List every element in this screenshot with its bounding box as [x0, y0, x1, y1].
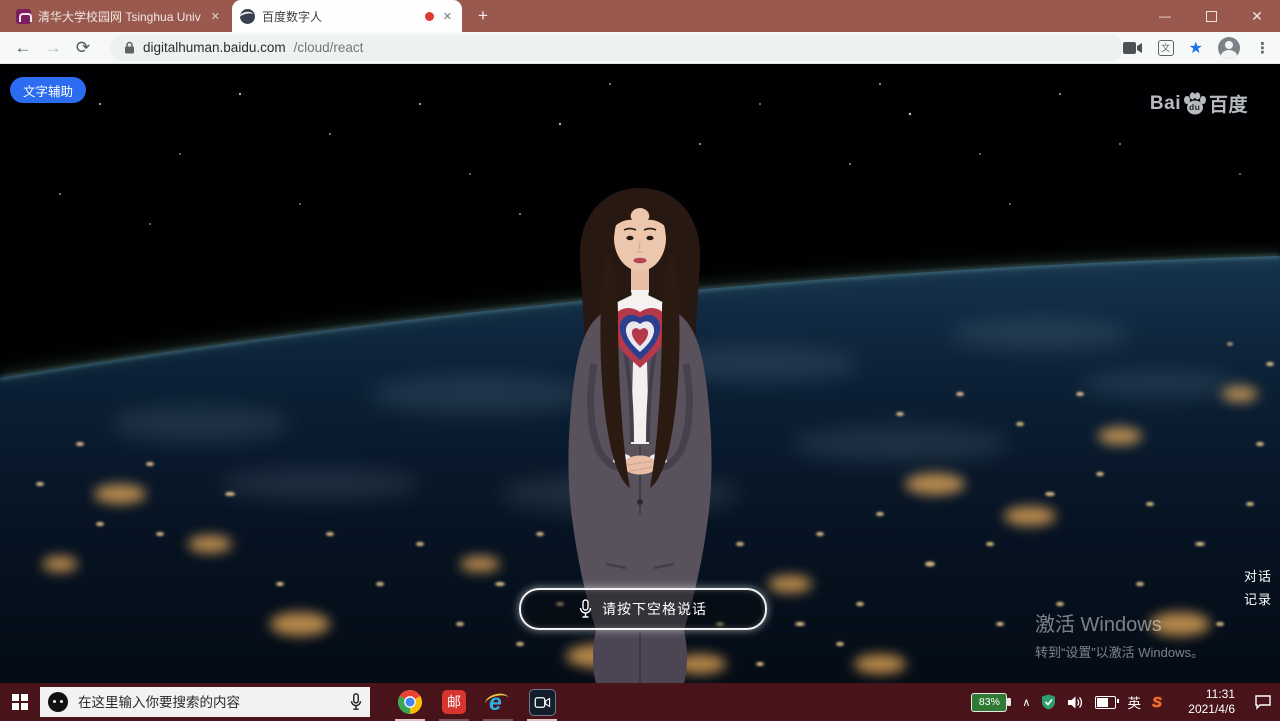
reload-icon[interactable]: ⟳: [68, 38, 98, 58]
search-input[interactable]: [76, 694, 342, 711]
ie-icon: e: [485, 689, 511, 715]
digital-human-viewport: 文字辅助 Bai du 百度 请按下空格说话 对话 记录 激活 Windows …: [0, 64, 1280, 683]
volume-icon[interactable]: [1067, 695, 1084, 710]
maximize-icon: [1206, 11, 1217, 22]
url-path: /cloud/react: [294, 40, 364, 55]
globe-favicon: [240, 9, 255, 24]
baidu-logo: Bai du 百度: [1150, 90, 1248, 117]
translate-icon[interactable]: 文: [1158, 40, 1174, 56]
bookmark-star-icon[interactable]: ★: [1189, 38, 1203, 58]
watermark-line1: 激活 Windows: [1035, 608, 1204, 637]
dialog-label: 对话: [1244, 565, 1272, 588]
back-icon[interactable]: ←: [8, 38, 38, 58]
taskbar-internet-explorer[interactable]: e: [476, 683, 520, 721]
cortana-icon: [48, 692, 68, 712]
camera-app-icon: [529, 689, 556, 716]
action-center-icon[interactable]: [1254, 694, 1272, 710]
dialog-record-tab[interactable]: 对话 记录: [1244, 565, 1272, 611]
url-domain: digitalhuman.baidu.com: [143, 40, 286, 55]
close-button[interactable]: ✕: [1234, 0, 1280, 32]
baidu-logo-du: du: [1189, 102, 1200, 112]
microphone-icon: [579, 599, 592, 619]
tab-close-icon[interactable]: ✕: [441, 10, 454, 23]
tab-tsinghua[interactable]: 清华大学校园网 Tsinghua Univ ✕: [8, 0, 230, 32]
watermark-line2: 转到“设置”以激活 Windows。: [1035, 642, 1204, 661]
maximize-button[interactable]: [1188, 0, 1234, 32]
minimize-button[interactable]: —: [1142, 0, 1188, 32]
taskbar-clock[interactable]: 11:31 2021/4/6: [1173, 687, 1235, 717]
baidu-logo-cn: 百度: [1209, 90, 1248, 117]
address-bar[interactable]: digitalhuman.baidu.com/cloud/react: [110, 35, 1123, 61]
tray-chevron-up-icon[interactable]: ∧: [1022, 696, 1030, 709]
window-controls: — ✕: [1142, 0, 1280, 32]
sogou-input-icon[interactable]: S: [1152, 694, 1162, 711]
activate-windows-watermark: 激活 Windows 转到“设置”以激活 Windows。: [1035, 608, 1204, 661]
profile-avatar-icon[interactable]: [1218, 37, 1240, 59]
recording-indicator-icon: [425, 12, 434, 21]
taskbar-camera-app[interactable]: [520, 683, 564, 721]
defender-shield-icon[interactable]: [1041, 694, 1056, 710]
toolbar-actions: 文 ★ ⋮: [1123, 37, 1270, 59]
new-tab-button[interactable]: +: [470, 4, 496, 28]
browser-toolbar: ← → ⟳ digitalhuman.baidu.com/cloud/react…: [0, 32, 1280, 64]
start-button[interactable]: [0, 683, 40, 721]
search-mic-icon[interactable]: [350, 693, 362, 711]
browser-titlebar: 清华大学校园网 Tsinghua Univ ✕ 百度数字人 ✕ + — ✕: [0, 0, 1280, 32]
press-space-to-talk-button[interactable]: 请按下空格说话: [519, 588, 767, 630]
taskbar-search[interactable]: [40, 687, 370, 717]
text-assist-button[interactable]: 文字辅助: [10, 77, 86, 103]
forward-icon[interactable]: →: [38, 38, 68, 58]
tab-title: 百度数字人: [262, 8, 418, 25]
speech-prompt-label: 请按下空格说话: [602, 599, 707, 619]
taskbar-mail[interactable]: 邮: [432, 683, 476, 721]
chrome-icon: [397, 689, 423, 715]
clock-time: 11:31: [1173, 687, 1235, 702]
windows-taskbar: 邮 e 83% ∧ 英 S 11:31 2021/4/6: [0, 683, 1280, 721]
battery-percent-indicator[interactable]: 83%: [971, 693, 1007, 712]
tab-title: 清华大学校园网 Tsinghua Univ: [38, 8, 202, 25]
menu-kebab-icon[interactable]: ⋮: [1255, 39, 1270, 57]
clock-date: 2021/4/6: [1173, 702, 1235, 717]
system-tray: 83% ∧ 英 S 11:31 2021/4/6: [971, 687, 1280, 717]
input-language-indicator[interactable]: 英: [1127, 692, 1141, 712]
camera-in-use-icon[interactable]: [1123, 41, 1143, 55]
windows-logo-icon: [12, 694, 28, 710]
battery-tray-icon[interactable]: [1095, 696, 1116, 709]
baidu-logo-bai: Bai: [1150, 93, 1181, 115]
record-label: 记录: [1244, 588, 1272, 611]
tab-baidu-digital-human[interactable]: 百度数字人 ✕: [232, 0, 462, 32]
tab-close-icon[interactable]: ✕: [209, 10, 222, 23]
mail-app-icon: 邮: [442, 690, 466, 714]
lock-icon: [124, 41, 135, 54]
taskbar-chrome[interactable]: [388, 683, 432, 721]
baidu-paw-icon: du: [1182, 92, 1208, 116]
tsinghua-favicon: [16, 9, 31, 24]
